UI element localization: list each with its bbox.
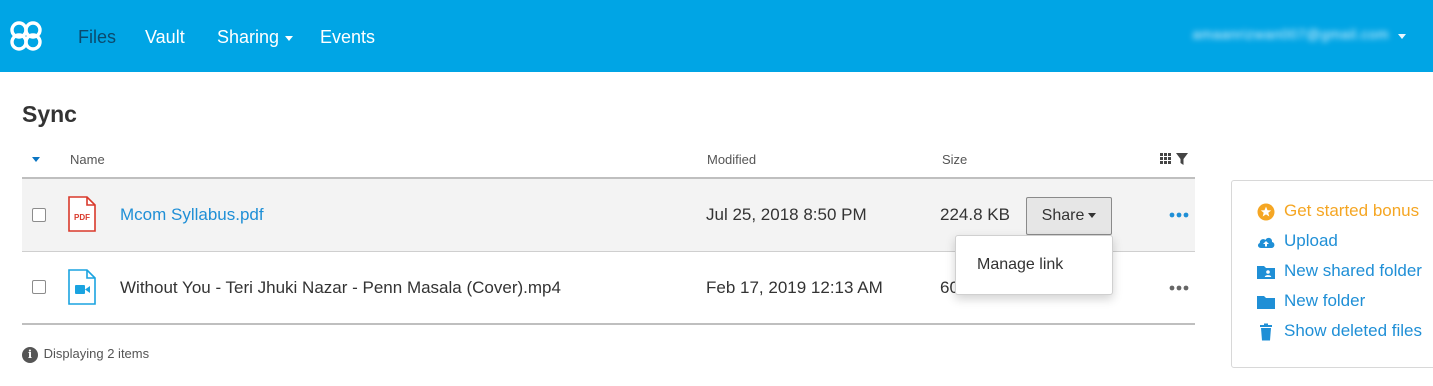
- chevron-down-icon: [1088, 213, 1097, 219]
- trash-icon: [1260, 323, 1272, 341]
- modified-date: Feb 17, 2019 12:13 AM: [706, 278, 883, 297]
- top-navbar: Files Vault Sharing Events amaanrizwan00…: [0, 0, 1433, 72]
- shared-folder-icon: [1257, 265, 1275, 279]
- column-header-size[interactable]: Size: [942, 152, 967, 167]
- side-item-label: Get started bonus: [1284, 201, 1420, 220]
- side-item-label: New shared folder: [1284, 261, 1422, 280]
- nav-vault[interactable]: Vault: [145, 26, 185, 48]
- row-checkbox[interactable]: [32, 208, 46, 222]
- status-text: Displaying 2 items: [43, 346, 150, 361]
- nav-events[interactable]: Events: [320, 26, 375, 48]
- more-options-icon[interactable]: [1169, 285, 1189, 291]
- side-item-label: New folder: [1284, 291, 1366, 310]
- nav-files[interactable]: Files: [78, 26, 116, 48]
- nav-sharing[interactable]: Sharing: [217, 26, 294, 48]
- column-header-name[interactable]: Name: [70, 152, 105, 167]
- new-shared-folder-link[interactable]: New shared folder: [1256, 261, 1422, 281]
- get-started-bonus-link[interactable]: Get started bonus: [1256, 201, 1419, 221]
- side-item-label: Upload: [1284, 231, 1338, 250]
- video-file-icon: [68, 269, 96, 305]
- more-options-icon[interactable]: [1169, 212, 1189, 218]
- menu-item-manage-link[interactable]: Manage link: [977, 256, 1063, 274]
- modified-date: Jul 25, 2018 8:50 PM: [706, 205, 867, 224]
- nav-sharing-label: Sharing: [217, 27, 280, 47]
- file-size: 224.8 KB: [940, 205, 1010, 224]
- sort-caret-icon[interactable]: [32, 157, 40, 162]
- share-button[interactable]: Share: [1026, 197, 1112, 235]
- sync-logo-icon[interactable]: [4, 18, 48, 54]
- cloud-upload-icon: [1257, 237, 1275, 248]
- show-deleted-files-link[interactable]: Show deleted files: [1256, 321, 1422, 341]
- star-icon: [1257, 203, 1275, 221]
- svg-text:PDF: PDF: [74, 213, 90, 222]
- upload-link[interactable]: Upload: [1256, 231, 1338, 251]
- info-icon: i: [22, 346, 38, 363]
- file-name[interactable]: Without You - Teri Jhuki Nazar - Penn Ma…: [120, 278, 561, 298]
- column-header-modified[interactable]: Modified: [707, 152, 756, 167]
- grid-filter-icon[interactable]: [1160, 152, 1190, 166]
- actions-panel: Get started bonus Upload New shared fold…: [1231, 180, 1433, 368]
- new-folder-link[interactable]: New folder: [1256, 291, 1365, 311]
- row-checkbox[interactable]: [32, 280, 46, 294]
- pdf-file-icon: PDF: [68, 196, 96, 232]
- chevron-down-icon: [285, 35, 294, 41]
- table-bottom-divider: [22, 323, 1195, 325]
- account-chevron-down-icon[interactable]: [1398, 34, 1406, 39]
- share-button-label: Share: [1041, 207, 1085, 224]
- folder-icon: [1257, 295, 1275, 309]
- share-dropdown-menu: Manage link: [955, 235, 1113, 295]
- side-item-label: Show deleted files: [1284, 321, 1422, 340]
- account-email[interactable]: amaanrizwan007@gmail.com: [1192, 26, 1389, 42]
- page-title: Sync: [22, 101, 77, 127]
- file-name-link[interactable]: Mcom Syllabus.pdf: [120, 205, 264, 225]
- items-status: i Displaying 2 items: [22, 346, 149, 363]
